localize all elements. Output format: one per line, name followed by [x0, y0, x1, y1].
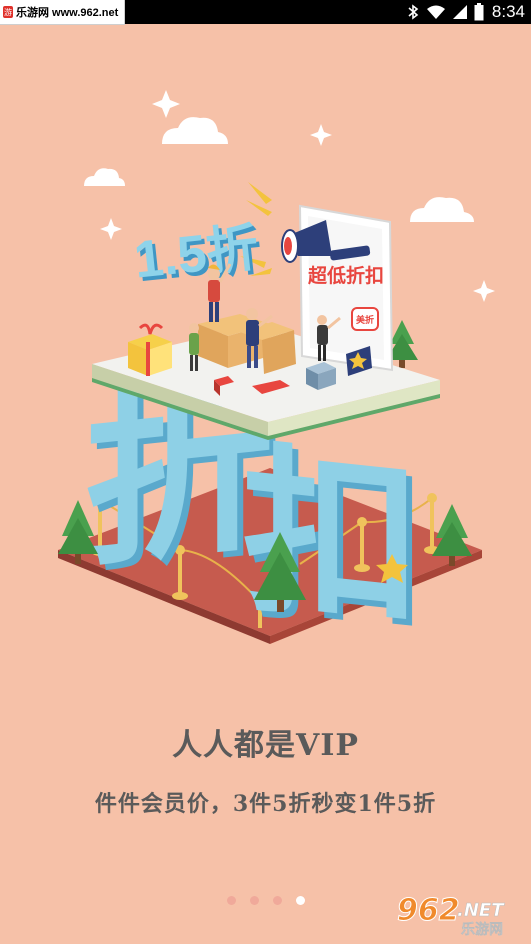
status-bar: 游 乐游网 www.962.net 8:34 — [0, 0, 531, 25]
page-dot-3[interactable] — [272, 896, 282, 905]
cloud-icons — [84, 117, 474, 222]
watermark-text: 乐游网 www.962.net — [16, 7, 119, 19]
svg-text:962: 962 — [397, 893, 460, 928]
svg-text:游: 游 — [4, 7, 12, 17]
sign-text: 超低折扣 — [307, 264, 384, 287]
discount-badge: 1.5折 1.5折 — [131, 219, 264, 293]
bluetooth-icon — [408, 4, 419, 20]
signal-icon — [452, 5, 467, 19]
page-dot-1[interactable] — [226, 896, 236, 905]
svg-text:乐游网: 乐游网 — [461, 921, 503, 938]
onboarding-subtitle: 件件会员价，3件5折秒变1件5折 — [94, 791, 437, 817]
page-dot-2[interactable] — [249, 896, 259, 905]
battery-icon — [474, 3, 484, 21]
watermark-logo: 962 .NET 乐游网 — [397, 893, 506, 939]
status-icons: 8:34 — [406, 0, 525, 24]
page-dot-4[interactable] — [295, 896, 305, 905]
site-logo-icon: 游 — [3, 6, 13, 18]
svg-text:.NET: .NET — [457, 900, 505, 921]
svg-text:扣: 扣 — [242, 424, 422, 653]
watermark-badge: 游 乐游网 www.962.net — [0, 0, 126, 25]
onboarding-illustration: 折 折 扣 扣 超低折扣 美折 1.5折 1.5折 — [58, 90, 495, 660]
gift-icon — [128, 323, 172, 376]
wifi-icon — [426, 5, 445, 19]
onboarding-title: 人人都是VIP — [172, 728, 359, 763]
person-on-box — [208, 263, 232, 322]
svg-text:美折: 美折 — [356, 314, 374, 326]
clock: 8:34 — [491, 2, 525, 21]
